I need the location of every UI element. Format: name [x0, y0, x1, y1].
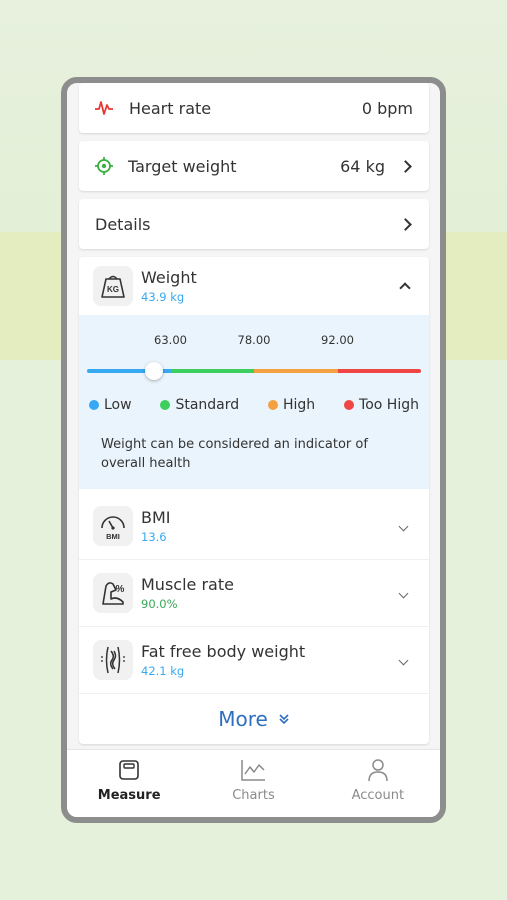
legend-low-label: Low [104, 397, 132, 413]
weight-row[interactable]: KG Weight 43.9 kg [79, 257, 429, 315]
threshold-high: 92.00 [321, 333, 354, 347]
tab-charts-label: Charts [232, 788, 275, 803]
weight-value: 43.9 kg [141, 290, 185, 304]
tab-measure-label: Measure [97, 788, 161, 803]
weight-description: Weight can be considered an indicator of… [101, 437, 368, 471]
double-chevron-down-icon [279, 714, 289, 725]
fat-free-weight-row[interactable]: Fat free body weight 42.1 kg [79, 627, 429, 694]
metrics-card: KG Weight 43.9 kg 63.00 78.00 92.00 Low … [79, 257, 429, 744]
person-icon [368, 759, 388, 782]
legend-too-high-label: Too High [359, 397, 419, 413]
scale-threshold-labels: 63.00 78.00 92.00 [87, 333, 421, 353]
legend-standard: Standard [160, 397, 239, 413]
legend-standard-label: Standard [175, 397, 240, 413]
details-card[interactable]: Details [79, 199, 429, 249]
target-weight-card[interactable]: Target weight 64 kg [79, 141, 429, 191]
details-label: Details [95, 214, 151, 234]
weight-indicator-knob [144, 362, 163, 380]
scale-icon [119, 760, 139, 780]
legend-too-high-dot [344, 400, 355, 410]
weight-icon-text: KG [107, 285, 119, 294]
weight-name: Weight [141, 268, 197, 287]
legend-high: High [268, 397, 315, 413]
bmi-icon-text: BMI [106, 532, 120, 541]
bmi-row[interactable]: BMI BMI 13.6 [79, 493, 429, 560]
chevron-down-icon[interactable] [398, 655, 409, 665]
range-segment-standard [170, 369, 254, 373]
legend-high-label: High [283, 397, 316, 413]
fat-free-weight-name: Fat free body weight [141, 642, 306, 661]
heart-rate-card[interactable]: Heart rate 0 bpm [79, 83, 429, 133]
chevron-down-icon[interactable] [398, 588, 409, 598]
range-segment-too-high [337, 369, 421, 373]
legend-high-dot [268, 400, 278, 410]
muscle-icon-text: % [116, 584, 125, 595]
heart-rate-label: Heart rate [129, 98, 212, 118]
chevron-right-icon [399, 217, 412, 231]
tab-measure[interactable]: Measure [67, 750, 191, 817]
legend-low-dot [89, 400, 99, 410]
fat-free-weight-value: 42.1 kg [141, 664, 185, 678]
range-segment-high [254, 369, 338, 373]
chevron-up-icon[interactable] [399, 282, 411, 294]
phone-frame: Heart rate 0 bpm Target weight 64 kg Det… [61, 77, 446, 823]
bmi-name: BMI [141, 508, 171, 527]
muscle-rate-name: Muscle rate [141, 575, 234, 594]
tab-account-label: Account [351, 788, 405, 803]
bottom-tab-bar: Measure Charts Account [67, 749, 440, 817]
muscle-rate-row[interactable]: % Muscle rate 90.0% [79, 560, 429, 627]
target-weight-value: 64 kg [340, 156, 385, 176]
chart-icon [241, 760, 266, 781]
heart-rate-value: 0 bpm [361, 98, 413, 118]
more-button[interactable]: More [79, 694, 429, 744]
legend-too-high: Too High [344, 397, 419, 413]
muscle-rate-value: 90.0% [141, 597, 178, 611]
bmi-value: 13.6 [141, 530, 167, 544]
tab-charts[interactable]: Charts [191, 750, 315, 817]
heart-pulse-icon [95, 101, 113, 115]
gauge-icon: BMI [93, 506, 133, 546]
main-content: Heart rate 0 bpm Target weight 64 kg Det… [79, 83, 429, 744]
target-icon [95, 157, 113, 175]
weight-icon: KG [93, 266, 133, 306]
body-icon [93, 640, 133, 680]
muscle-icon: % [93, 573, 133, 613]
tab-account[interactable]: Account [316, 750, 440, 817]
legend-standard-dot [160, 400, 171, 410]
threshold-low: 63.00 [154, 333, 187, 347]
legend-low: Low [89, 397, 132, 413]
weight-range-bar [87, 361, 421, 381]
threshold-standard: 78.00 [237, 333, 271, 347]
weight-detail-panel: 63.00 78.00 92.00 Low Standard High Too … [79, 315, 429, 489]
target-weight-label: Target weight [128, 156, 237, 176]
more-label: More [218, 707, 268, 731]
chevron-down-icon[interactable] [398, 521, 409, 531]
chevron-right-icon [399, 159, 412, 173]
range-legend: Low Standard High Too High [87, 397, 421, 413]
